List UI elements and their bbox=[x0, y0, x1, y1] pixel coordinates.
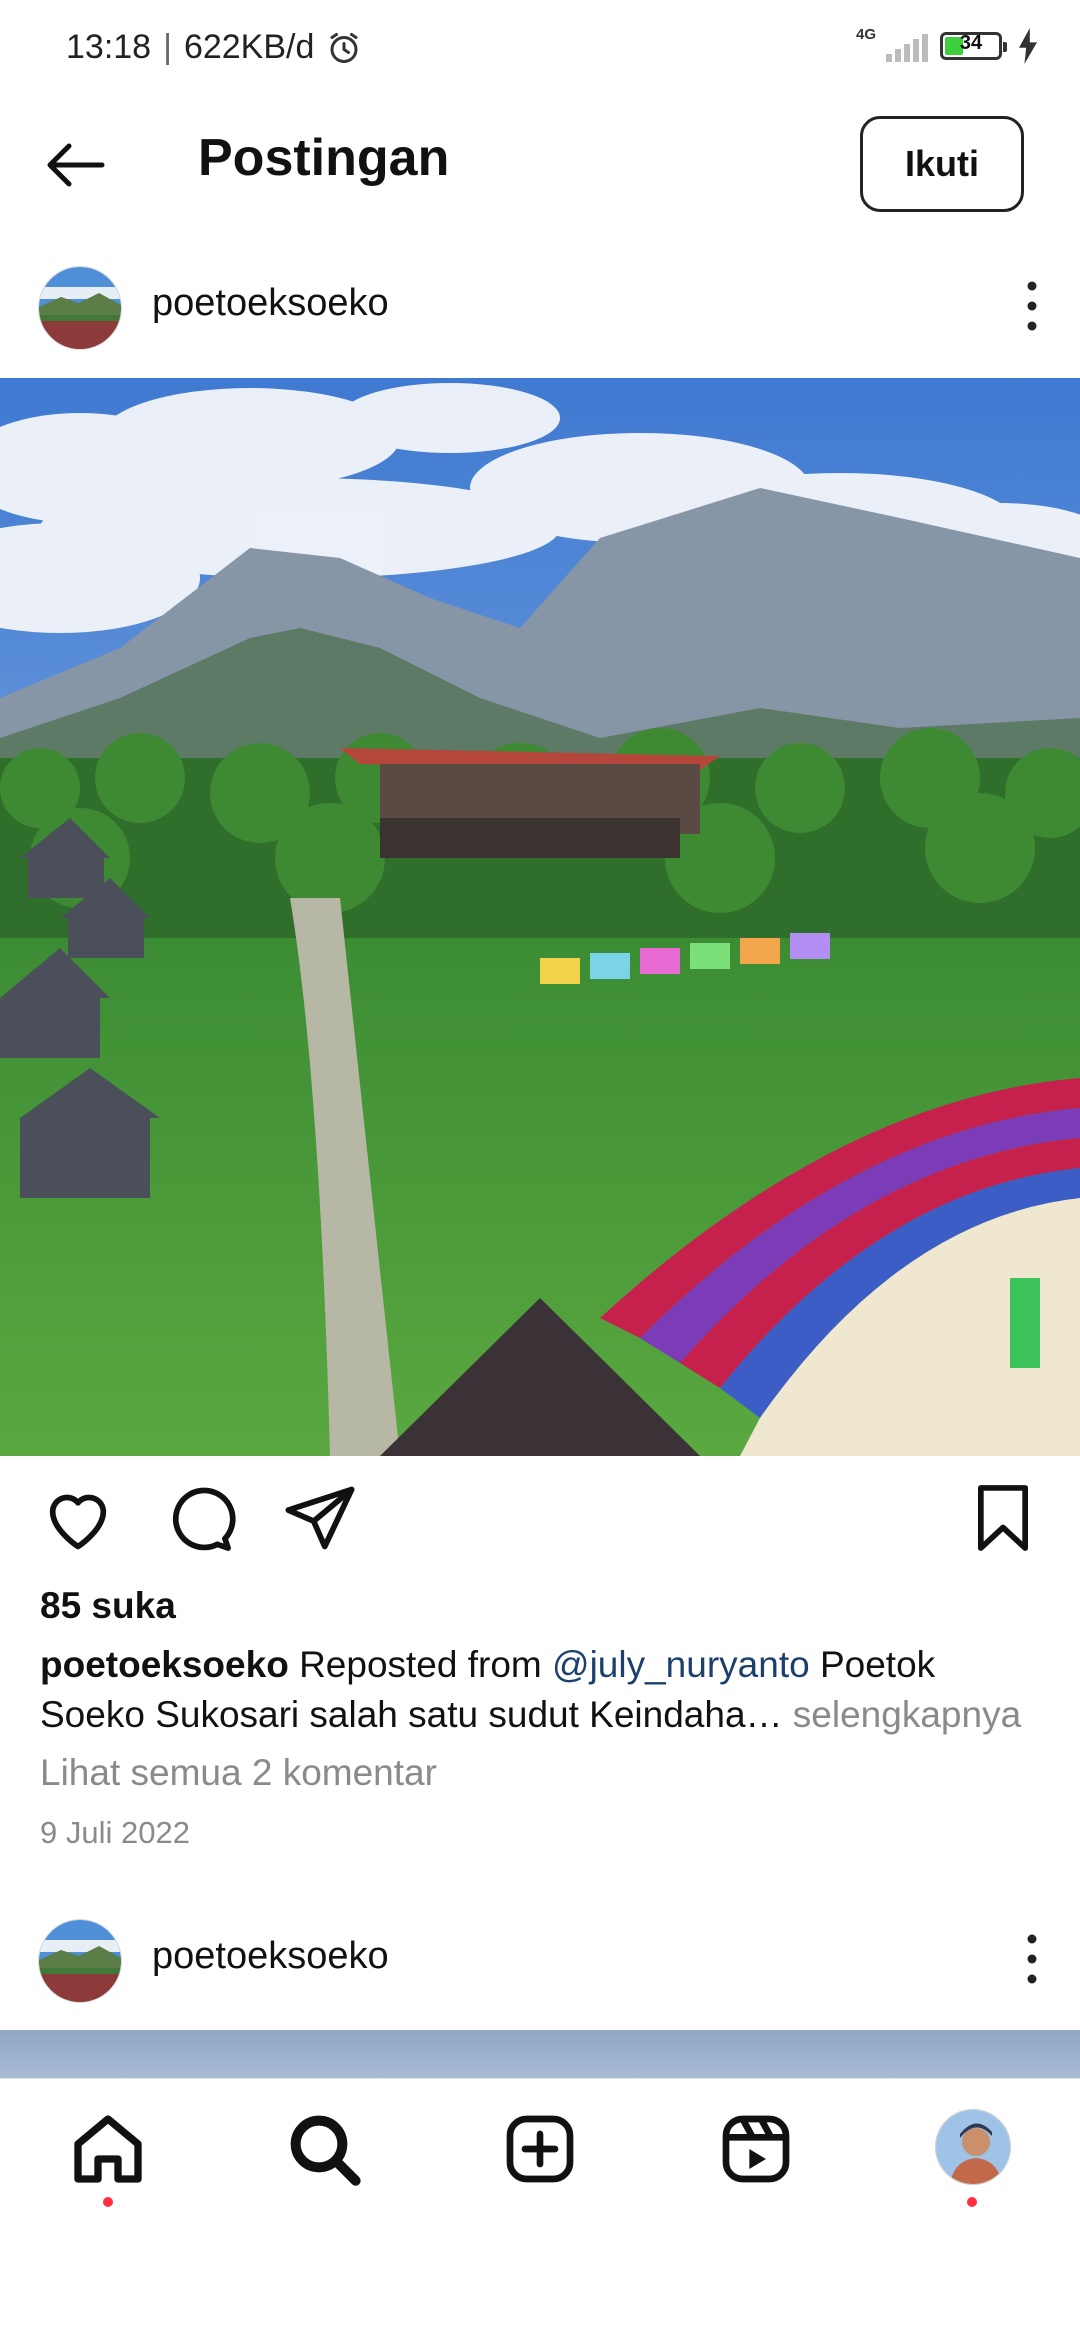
next-post-header: poetoeksoeko bbox=[0, 1905, 1080, 2015]
signal-icon: 4G bbox=[856, 26, 928, 66]
post-image[interactable] bbox=[0, 378, 1080, 1456]
more-options-icon[interactable] bbox=[1014, 274, 1050, 338]
bottom-nav bbox=[0, 2078, 1080, 2341]
status-left: 13:18 | 622KB/d bbox=[66, 28, 362, 67]
network-type: 4G bbox=[856, 26, 877, 43]
status-bar: 13:18 | 622KB/d 4G 34 bbox=[0, 0, 1080, 100]
clock: 13:18 bbox=[66, 28, 152, 66]
home-icon[interactable] bbox=[68, 2109, 148, 2189]
read-more-link[interactable]: selengkapnya bbox=[783, 1694, 1021, 1735]
post-caption: poetoeksoeko Reposted from @july_nuryant… bbox=[40, 1640, 1050, 1740]
home-notification-dot bbox=[103, 2197, 113, 2207]
status-right: 4G 34 bbox=[856, 26, 1040, 66]
net-speed: 622KB/d bbox=[183, 28, 315, 66]
next-post-image[interactable] bbox=[0, 2030, 1080, 2080]
caption-username[interactable]: poetoeksoeko bbox=[40, 1644, 289, 1685]
comment-icon[interactable] bbox=[160, 1480, 236, 1556]
post-date: 9 Juli 2022 bbox=[40, 1815, 190, 1850]
search-icon[interactable] bbox=[284, 2109, 364, 2189]
create-post-icon[interactable] bbox=[500, 2109, 580, 2189]
avatar[interactable] bbox=[38, 266, 122, 350]
caption-text: Reposted from bbox=[288, 1644, 553, 1685]
avatar[interactable] bbox=[38, 1919, 122, 2003]
follow-button[interactable]: Ikuti bbox=[860, 116, 1024, 212]
battery-level: 34 bbox=[959, 32, 983, 54]
app-bar: Postingan Ikuti bbox=[0, 110, 1080, 220]
profile-notification-dot bbox=[967, 2197, 977, 2207]
battery-icon: 34 bbox=[940, 32, 1007, 60]
post-header: poetoeksoeko bbox=[0, 252, 1080, 362]
charging-icon bbox=[1019, 28, 1037, 64]
post-username[interactable]: poetoeksoeko bbox=[152, 282, 389, 325]
alarm-icon bbox=[330, 32, 358, 63]
post-username[interactable]: poetoeksoeko bbox=[152, 1935, 389, 1978]
save-bookmark-icon[interactable] bbox=[965, 1480, 1041, 1556]
back-arrow-icon[interactable] bbox=[40, 130, 110, 200]
profile-avatar[interactable] bbox=[935, 2109, 1011, 2185]
more-options-icon[interactable] bbox=[1014, 1927, 1050, 1991]
caption-mention[interactable]: @july_nuryanto bbox=[552, 1644, 810, 1685]
view-comments-link[interactable]: Lihat semua 2 komentar bbox=[40, 1752, 437, 1794]
post-actions bbox=[0, 1480, 1080, 1570]
like-heart-icon[interactable] bbox=[40, 1480, 116, 1556]
page-title: Postingan bbox=[198, 129, 450, 187]
reels-icon[interactable] bbox=[716, 2109, 796, 2189]
like-count[interactable]: 85 suka bbox=[40, 1585, 176, 1627]
share-send-icon[interactable] bbox=[282, 1480, 358, 1556]
